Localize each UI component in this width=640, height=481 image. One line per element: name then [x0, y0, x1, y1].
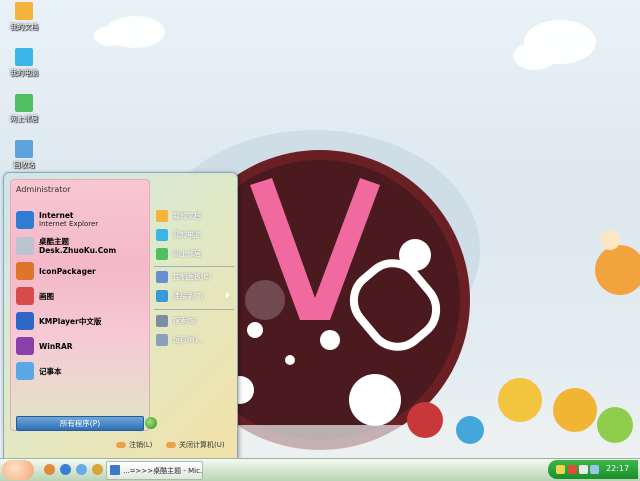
start-item-label: WinRAR [39, 341, 73, 351]
start-button[interactable] [2, 460, 34, 480]
tray-app-icon[interactable] [579, 465, 588, 474]
desktop-icon-label: 网上邻居 [10, 115, 38, 123]
window-icon [110, 465, 120, 475]
start-right-connect-to[interactable]: 连接到(T) [156, 289, 236, 303]
connect-to-icon [156, 290, 168, 302]
tray-app-icon[interactable] [568, 465, 577, 474]
desktop-icon-my-documents[interactable]: 我的文档 [2, 2, 46, 32]
start-item-notepad[interactable]: 记事本 [16, 360, 146, 382]
desktop-icon-network-places[interactable]: 网上邻居 [2, 94, 46, 124]
start-item-internet-explorer[interactable]: Internet Internet Explorer [16, 209, 146, 231]
winrar-icon [16, 337, 34, 355]
all-programs-label: 所有程序(P) [59, 419, 101, 428]
shutdown-label: 关闭计算机(U) [179, 441, 225, 449]
start-right-label: 我的电脑 [173, 231, 201, 239]
tray-chevron-icon[interactable] [556, 465, 565, 474]
arrow-right-icon [145, 417, 157, 429]
show-desktop-icon[interactable] [76, 464, 87, 475]
start-right-label: 连接到(T) [173, 292, 204, 300]
run-icon [156, 334, 168, 346]
start-right-search[interactable]: 搜索(S) [156, 314, 236, 328]
start-item-label: Internet [39, 211, 74, 220]
my-documents-icon [156, 210, 168, 222]
network-places-icon [15, 94, 33, 112]
taskbar-window-label: ...=>>>桌酷主题 - Mic... [123, 466, 202, 475]
start-right-label: 运行(R)... [173, 336, 205, 344]
my-documents-icon [15, 2, 33, 20]
internet-explorer-icon [16, 211, 34, 229]
internet-explorer-icon[interactable] [60, 464, 71, 475]
start-right-label: 网上邻居 [173, 250, 201, 258]
desktop-icon-label: 我的电脑 [10, 69, 38, 77]
start-right-my-documents[interactable]: 我的文档 [156, 209, 236, 223]
start-item-label: 桌酷主题Desk.ZhuoKu.Com [39, 237, 117, 255]
desktop-icon-label: 回收站 [13, 161, 35, 169]
start-right-separator [154, 309, 234, 310]
start-menu: Administrator Internet Internet Explorer … [3, 172, 238, 459]
start-right-control-panel[interactable]: 控制面板(C) [156, 270, 236, 284]
desktop-icon-my-computer[interactable]: 我的电脑 [2, 48, 46, 78]
start-item-paint[interactable]: 画图 [16, 285, 146, 307]
start-right-label: 我的文档 [173, 212, 201, 220]
quick-launch-icon[interactable] [44, 464, 55, 475]
start-item-label: IconPackager [39, 266, 96, 276]
network-icon[interactable] [590, 465, 599, 474]
start-item-label: 画图 [39, 291, 54, 301]
recycle-bin-icon [15, 140, 33, 158]
start-item-sublabel: Internet Explorer [39, 220, 99, 228]
start-item-label: KMPlayer中文版 [39, 316, 102, 326]
network-places-icon [156, 248, 168, 260]
start-item-iconpackager[interactable]: IconPackager [16, 260, 146, 282]
start-right-run[interactable]: 运行(R)... [156, 333, 236, 347]
iconpackager-icon [16, 262, 34, 280]
start-item-label: 记事本 [39, 366, 62, 376]
my-computer-icon [15, 48, 33, 66]
quick-launch-icon[interactable] [92, 464, 103, 475]
start-right-my-computer[interactable]: 我的电脑 [156, 228, 236, 242]
logoff-button[interactable]: 注销(L) [116, 440, 152, 450]
start-item-kmplayer[interactable]: KMPlayer中文版 [16, 310, 146, 332]
notepad-icon [16, 362, 34, 380]
start-menu-user-name: Administrator [16, 185, 71, 194]
start-item-zhuoku-theme[interactable]: 桌酷主题Desk.ZhuoKu.Com [16, 235, 146, 257]
start-menu-footer: 注销(L) 关闭计算机(U) [4, 435, 237, 457]
control-panel-icon [156, 271, 168, 283]
shutdown-button[interactable]: 关闭计算机(U) [166, 440, 225, 450]
shutdown-icon [166, 442, 176, 448]
zhuoku-theme-icon [16, 237, 34, 255]
start-item-winrar[interactable]: WinRAR [16, 335, 146, 357]
start-right-separator [154, 266, 234, 267]
start-right-network-places[interactable]: 网上邻居 [156, 247, 236, 261]
logoff-label: 注销(L) [129, 441, 153, 449]
taskbar-clock: 22:17 [606, 464, 630, 473]
logoff-icon [116, 442, 126, 448]
desktop-icon-label: 我的文档 [10, 23, 38, 31]
taskbar: ...=>>>桌酷主题 - Mic... 22:17 [0, 458, 640, 481]
taskbar-window-button[interactable]: ...=>>>桌酷主题 - Mic... [106, 461, 203, 480]
start-right-label: 搜索(S) [173, 317, 197, 325]
paint-icon [16, 287, 34, 305]
all-programs-button[interactable]: 所有程序(P) [16, 416, 157, 431]
my-computer-icon [156, 229, 168, 241]
desktop-icon-recycle-bin[interactable]: 回收站 [2, 140, 46, 170]
chevron-right-icon [226, 292, 230, 298]
start-right-label: 控制面板(C) [173, 273, 212, 281]
kmplayer-icon [16, 312, 34, 330]
search-icon [156, 315, 168, 327]
